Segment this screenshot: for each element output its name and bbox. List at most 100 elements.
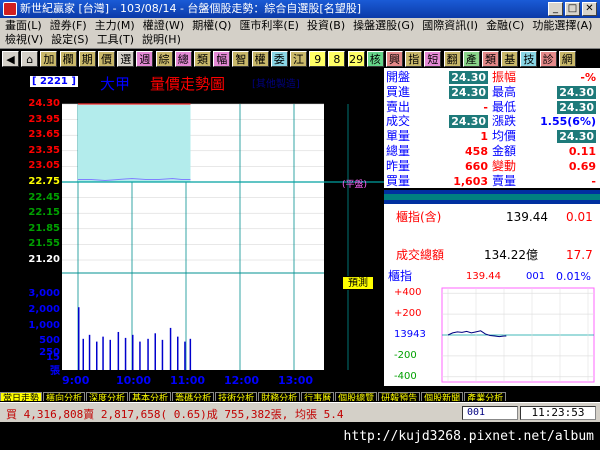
toolbar-button[interactable]: 核 [366,51,384,67]
menu-item[interactable]: 金融(C) [483,19,527,33]
toolbar-button[interactable]: 9 [309,51,327,67]
menu-item[interactable]: 證券(F) [47,19,90,33]
toolbar-button[interactable]: ⌂ [21,51,39,67]
clock: 11:23:53 [520,406,596,420]
analysis-tab[interactable]: 產業分析 [464,392,507,401]
volume-tick-label: 1,000 [28,320,60,331]
toolbar-button[interactable]: 8 [328,51,346,67]
quote-label: 變動 [492,158,517,173]
volume-bar [88,334,91,370]
market-ticker: 買 4,316,808賣 2,817,658( 0.65)成 755,382張,… [6,408,344,421]
toolbar-button[interactable]: 翻 [443,51,461,67]
menu-item[interactable]: 國際資訊(I) [419,19,481,33]
quote-value: 0.11 [568,145,596,158]
analysis-tab[interactable]: 財務分析 [258,392,301,401]
toolbar-button[interactable]: 技 [520,51,538,67]
toolbar-button[interactable]: 期 [78,51,96,67]
toolbar: ◀ ⌂ 加欄期價選週綜總類幅智權委江 9 8 29 核興指短翻產類基技診網 [0,48,600,68]
chart-title: 量價走勢圖 [150,75,226,93]
maximize-button[interactable]: □ [565,2,580,16]
window-title: 新世紀贏家 [台灣] - 103/08/14 - 台盤個股走勢：綜合自選股[名望… [20,2,361,15]
volume-tick-label: 500 [39,335,60,346]
menu-item[interactable]: 權證(W) [140,19,187,33]
quote-label: 最高 [492,84,517,99]
menu-item[interactable]: 主力(M) [92,19,138,33]
analysis-tab[interactable]: 個股新聞 [421,392,464,401]
menu-item[interactable]: 設定(S) [48,33,92,47]
menu-item[interactable]: 操盤選股(G) [350,19,417,33]
index-mini-chart: 櫃指 139.44 001 0.01% +400 +200 13943 -200 -40… [384,266,600,386]
price-tick-label: 22.45 [28,191,60,203]
toolbar-button[interactable]: 網 [558,51,576,67]
toolbar-button[interactable]: 幅 [213,51,231,67]
toolbar-button[interactable]: 權 [251,51,269,67]
toolbar-button[interactable]: 診 [539,51,557,67]
toolbar-button[interactable]: 智 [232,51,250,67]
quote-divider-bar [384,190,600,204]
toolbar-button[interactable]: 綜 [155,51,173,67]
menu-item[interactable]: 畫面(L) [2,19,45,33]
volume-bar [154,333,156,370]
price-tick-label: 21.85 [28,222,60,234]
menu-bar: 畫面(L) 證券(F) 主力(M) 權證(W) 期權(Q) 匯市利率(E) 投資(B) 操盤選… [0,18,600,48]
analysis-tab[interactable]: 技術分析 [215,392,258,401]
toolbar-button[interactable]: 產 [462,51,480,67]
menu-item[interactable]: 工具(T) [94,33,137,47]
quote-label: 金額 [492,144,517,158]
volume-bar [132,334,134,370]
volume-bar [96,341,98,370]
limit-up-fill [78,104,191,182]
menu-item[interactable]: 期權(Q) [189,19,234,33]
toolbar-button[interactable]: 加 [40,51,58,67]
analysis-tab[interactable]: 深度分析 [86,392,129,401]
quote-label: 單量 [386,129,411,144]
menu-item[interactable]: 說明(H) [139,33,184,47]
analysis-tabs: 當日走勢 橫向分析 深度分析 基本分析 籌碼分析 技術分析 財務分析 行事曆 個股總覽 研報預告個… [0,386,600,401]
toolbar-button[interactable]: 週 [136,51,154,67]
quote-label: 成交 [386,114,411,129]
quote-label: 買進 [386,84,411,99]
toolbar-button[interactable]: 類 [194,51,211,67]
price-tick-label: 21.55 [28,238,60,250]
analysis-tab[interactable]: 當日走勢 [0,392,43,401]
toolbar-button[interactable]: ◀ [2,51,19,67]
minimize-button[interactable]: _ [548,2,563,16]
toolbar-button[interactable]: 欄 [59,51,77,67]
volume-tick-label: 張 [50,366,60,377]
menu-item[interactable]: 匯市利率(E) [236,19,302,33]
toolbar-button[interactable]: 類 [482,51,499,67]
menu-item[interactable]: 投資(B) [304,19,348,33]
app-icon [3,2,17,16]
analysis-tab[interactable]: 個股總覽 [335,392,378,401]
toolbar-button[interactable]: 委 [270,51,288,67]
quote-label: 買量 [386,173,411,188]
close-button[interactable]: ✕ [582,2,597,16]
analysis-tab[interactable]: 基本分析 [129,392,172,401]
volume-bar [109,339,111,370]
toolbar-button[interactable]: 29 [347,51,365,67]
toolbar-button[interactable]: 價 [98,51,115,67]
mini-tick-label: +400 [394,287,422,299]
toolbar-button[interactable]: 江 [290,51,307,67]
index-label: 櫃指(含) [396,210,442,224]
quote-label: 開盤 [386,70,411,84]
volume-tick-label: 2,000 [28,304,60,315]
toolbar-button[interactable]: 短 [424,51,442,67]
app-window: 新世紀贏家 [台灣] - 103/08/14 - 台盤個股走勢：綜合自選股[名望… [0,0,600,450]
analysis-tab[interactable]: 籌碼分析 [172,392,215,401]
predict-button[interactable]: 預測 [342,276,374,290]
toolbar-button[interactable]: 指 [405,51,423,67]
menu-item[interactable]: 功能選擇(A) [529,19,595,33]
toolbar-button[interactable]: 基 [501,51,519,67]
toolbar-button[interactable]: 興 [386,51,403,67]
quote-value: 1.55(6%) [540,115,596,129]
menu-item[interactable]: 檢視(V) [2,33,46,47]
quote-value: 458 [465,145,488,158]
price-tick-label: 23.65 [28,129,60,141]
toolbar-button[interactable]: 總 [174,51,192,67]
analysis-tab[interactable]: 研報預告 [378,392,421,401]
price-tick-label: 23.35 [28,144,60,156]
toolbar-button[interactable]: 選 [117,51,135,67]
analysis-tab[interactable]: 行事曆 [301,392,335,401]
analysis-tab[interactable]: 橫向分析 [43,392,86,401]
